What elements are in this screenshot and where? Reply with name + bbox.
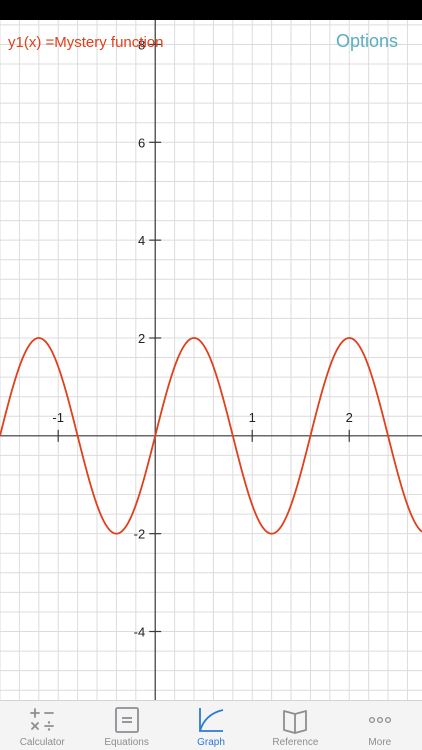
tab-reference[interactable]: Reference bbox=[253, 701, 337, 750]
y-tick-label: 6 bbox=[138, 135, 145, 150]
reference-book-icon bbox=[281, 706, 309, 734]
more-dots-icon bbox=[366, 706, 394, 734]
y-tick-label: 2 bbox=[138, 331, 145, 346]
equations-icon bbox=[113, 706, 141, 734]
graph-area[interactable]: -1 1 2 -4 -2 2 4 6 8 y1(x) =Mystery function Opt… bbox=[0, 20, 422, 700]
x-tick-label: -1 bbox=[52, 410, 64, 425]
graph-plot[interactable]: -1 1 2-4-22468 bbox=[0, 20, 422, 700]
graph-icon bbox=[197, 706, 225, 734]
status-bar bbox=[0, 0, 422, 20]
tab-calculator-label: Calculator bbox=[19, 737, 65, 748]
y-tick-label: -4 bbox=[134, 625, 146, 640]
tab-bar: Calculator Equations Graph Reference Mor… bbox=[0, 700, 422, 750]
y-tick-label: 4 bbox=[138, 233, 145, 248]
tab-calculator[interactable]: Calculator bbox=[0, 701, 84, 750]
tab-graph[interactable]: Graph bbox=[169, 701, 253, 750]
tab-equations[interactable]: Equations bbox=[84, 701, 168, 750]
options-button[interactable]: Options bbox=[336, 31, 398, 52]
function-label[interactable]: y1(x) =Mystery function bbox=[8, 34, 163, 51]
x-tick-label: 1 bbox=[249, 410, 256, 425]
tab-more-label: More bbox=[368, 737, 392, 748]
calculator-icon bbox=[28, 706, 56, 734]
y-tick-label: -2 bbox=[134, 527, 146, 542]
x-tick-label: 2 bbox=[346, 410, 353, 425]
tab-equations-label: Equations bbox=[104, 737, 149, 748]
tab-graph-label: Graph bbox=[197, 737, 225, 748]
tab-reference-label: Reference bbox=[272, 737, 319, 748]
tab-more[interactable]: More bbox=[338, 701, 422, 750]
